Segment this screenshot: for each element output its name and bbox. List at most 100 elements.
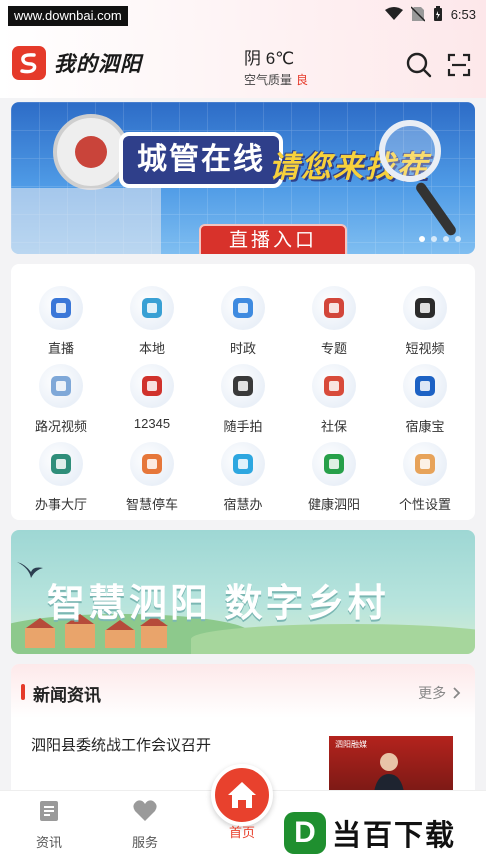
grid-item-label: 宿慧办 [223,497,263,512]
home-icon [228,782,256,808]
grid-item-11[interactable]: 办事大厅 [15,442,107,514]
grid-item-label: 路况视频 [34,419,87,434]
grid-item-7[interactable]: 12345 [106,364,198,436]
grid-item-9[interactable]: 社保 [288,364,380,436]
news-more-link[interactable]: 更多 [418,683,461,703]
grid-item-2[interactable]: 本地 [106,286,198,358]
promo-banner[interactable]: 城管在线 请您来找茬 直播入口 [11,102,475,254]
air-quality-value: 良 [296,73,309,87]
house-shape [105,630,135,648]
grid-item-3[interactable]: 时政 [197,286,289,358]
pagination-dot[interactable] [431,236,437,242]
news-section-title: 新闻资讯 [33,686,101,705]
grid-item-8[interactable]: 随手拍 [197,364,289,436]
grid-item-label: 办事大厅 [34,497,87,512]
grid-item-13[interactable]: 宿慧办 [197,442,289,514]
tab-label: 资讯 [35,835,62,850]
air-quality-label: 空气质量 [244,73,293,87]
tab-home-label[interactable]: 首页 [212,822,272,841]
local-icon [130,286,174,330]
magnifier-icon [379,120,441,182]
suhuiban-logo-icon [221,442,265,486]
social-security-card-icon [312,364,356,408]
news-doc-icon [40,801,58,821]
grid-item-5[interactable]: 短视频 [379,286,471,358]
tab-label: 服务 [131,835,158,850]
live-icon [39,286,83,330]
grid-item-label: 个性设置 [398,497,451,512]
battery-icon [433,6,442,21]
air-quality: 空气质量良 [244,71,308,88]
politics-icon [221,286,265,330]
status-time: 6:53 [450,6,476,22]
grid-item-15[interactable]: 个性设置 [379,442,471,514]
topic-icon [312,286,356,330]
app-logo-icon [12,46,46,80]
search-button[interactable] [404,50,434,80]
heart-icon [133,800,157,821]
house-shape [65,624,95,648]
hill-shape [191,624,475,654]
status-icons: 6:53 [384,6,476,22]
service-hall-icon [39,442,83,486]
grid-item-label: 本地 [138,341,165,356]
grid-item-label: 短视频 [405,341,445,356]
grid-item-label: 智慧停车 [125,497,178,512]
pagination-dot[interactable] [419,236,425,242]
shield-health-icon [403,364,447,408]
watermark-text: 当百下载 [332,820,457,852]
app-name: 我的泗阳 [54,51,142,76]
grid-item-label: 随手拍 [223,419,263,434]
grid-item-10[interactable]: 宿康宝 [379,364,471,436]
grid-item-label: 12345 [133,416,171,431]
grid-item-1[interactable]: 直播 [15,286,107,358]
grid-item-12[interactable]: 智慧停车 [106,442,198,514]
status-bar: www.downbai.com 6:53 [0,0,486,30]
no-sim-icon [410,6,425,22]
wifi-icon [384,7,403,20]
pagination-dot[interactable] [443,236,449,242]
grid-item-6[interactable]: 路况视频 [15,364,107,436]
grid-item-4[interactable]: 专题 [288,286,380,358]
news-item-thumbnail[interactable]: 泗阳融媒 [329,736,453,794]
function-grid: 直播 本地 时政 专题 短视频路况视频 12345 随手拍 社保 宿康宝办事大厅 智慧停车 宿慧办 健… [11,264,475,520]
grid-item-label: 健康泗阳 [307,497,360,512]
corner-watermark: D 当百下载 [284,812,456,854]
traffic-map-icon [39,364,83,408]
grid-item-label: 宿康宝 [405,419,445,434]
news-header: 新闻资讯 更多 [11,664,475,718]
grid-item-label: 直播 [47,341,74,356]
pagination-dot[interactable] [455,236,461,242]
watermark-logo: D [284,812,326,854]
house-shape [141,626,167,648]
search-icon [406,52,432,78]
settings-clover-icon [403,442,447,486]
smart-parking-icon [130,442,174,486]
grid-item-label: 专题 [320,341,347,356]
city-management-emblem-icon [53,114,129,190]
clapperboard-icon [403,286,447,330]
app-logo: 我的泗阳 [12,46,142,80]
grid-item-label: 时政 [229,341,256,356]
grid-item-14[interactable]: 健康泗阳 [288,442,380,514]
tab-news[interactable]: 资讯 [14,799,84,851]
weather-temperature: 阴 6℃ [244,49,295,68]
chevron-right-icon [453,687,461,699]
live-entry-button[interactable]: 直播入口 [199,224,347,254]
weather-widget[interactable]: 阴 6℃ 空气质量良 [244,44,308,88]
tab-services[interactable]: 服务 [110,799,180,851]
scan-button[interactable] [444,50,474,80]
speaker-figure [373,753,405,794]
banner-pagination [419,236,461,242]
news-more-label: 更多 [418,685,447,701]
health-cross-icon [312,442,356,486]
scan-icon [447,53,471,77]
news-item-title[interactable]: 泗阳县委统战工作会议召开 [31,734,211,755]
thumb-caption: 泗阳融媒 [335,740,367,749]
banner-title: 城管在线 [119,132,283,188]
home-button[interactable] [211,764,273,826]
house-shape [25,628,55,648]
app-header: 我的泗阳 阴 6℃ 空气质量良 [0,30,486,98]
digital-village-banner[interactable]: 智慧泗阳 数字乡村 [11,530,475,654]
news-accent-bar [21,684,25,700]
